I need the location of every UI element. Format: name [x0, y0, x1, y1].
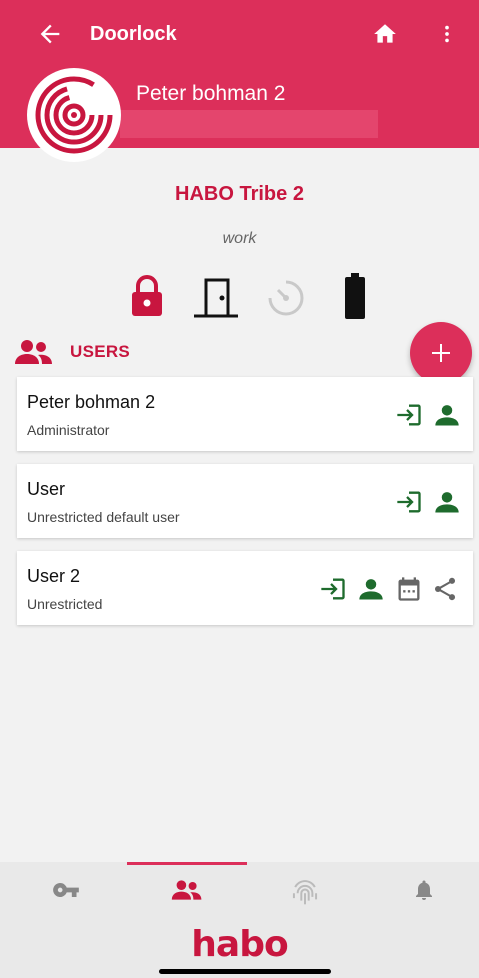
person-icon — [435, 405, 459, 426]
lock-avatar — [27, 68, 121, 162]
login-icon — [397, 491, 421, 513]
selected-tab-indicator — [127, 862, 247, 865]
tab-keys[interactable] — [36, 872, 96, 912]
user-card-user[interactable]: User Unrestricted default user — [17, 464, 473, 538]
person-icon — [359, 579, 383, 600]
users-icon — [15, 340, 52, 364]
owner-subtitle-field — [120, 110, 378, 138]
page-title: Doorlock — [90, 23, 177, 45]
lock-group: work — [222, 230, 257, 247]
user-name: User — [27, 479, 66, 499]
user-name: Peter bohman 2 — [27, 392, 156, 412]
user-card-peter-bohman-2[interactable]: Peter bohman 2 Administrator — [17, 377, 473, 451]
person-icon — [435, 492, 459, 513]
lock-closed-icon — [132, 275, 162, 316]
login-icon — [397, 404, 421, 426]
user-role: Unrestricted — [27, 596, 103, 612]
home-indicator[interactable] — [159, 969, 331, 974]
share-icon[interactable] — [431, 575, 459, 603]
user-permission-icons — [319, 575, 469, 603]
door-closed-icon — [194, 278, 238, 318]
maze-logo-icon — [35, 76, 113, 154]
key-icon — [53, 883, 79, 897]
login-icon — [321, 578, 345, 600]
brand-logo: habo — [191, 924, 288, 965]
user-name: User 2 — [27, 566, 81, 586]
user-permission-icons — [395, 488, 465, 516]
fingerprint-icon — [292, 880, 318, 905]
tab-users[interactable] — [155, 872, 215, 912]
plus-icon — [432, 344, 450, 362]
users-section-label: USERS — [70, 342, 131, 361]
lock-name: HABO Tribe 2 — [175, 183, 304, 205]
calendar-icon — [398, 577, 420, 601]
user-role: Administrator — [27, 422, 110, 438]
bottom-nav — [0, 862, 479, 922]
users-icon — [171, 880, 202, 900]
back-arrow-icon[interactable] — [36, 20, 64, 48]
home-icon[interactable] — [372, 21, 398, 47]
tab-fingerprint[interactable] — [274, 872, 334, 912]
bell-icon — [416, 880, 432, 900]
user-permission-icons — [395, 401, 465, 429]
add-user-button[interactable] — [410, 322, 472, 384]
lock-owner-name: Peter bohman 2 — [136, 82, 286, 105]
battery-full-icon — [345, 273, 365, 319]
auto-lock-icon — [268, 280, 304, 316]
status-row — [0, 272, 479, 322]
tab-notifications[interactable] — [396, 872, 456, 912]
more-vert-icon[interactable] — [436, 21, 458, 47]
user-card-user-2[interactable]: User 2 Unrestricted — [17, 551, 473, 625]
user-role: Unrestricted default user — [27, 509, 180, 525]
